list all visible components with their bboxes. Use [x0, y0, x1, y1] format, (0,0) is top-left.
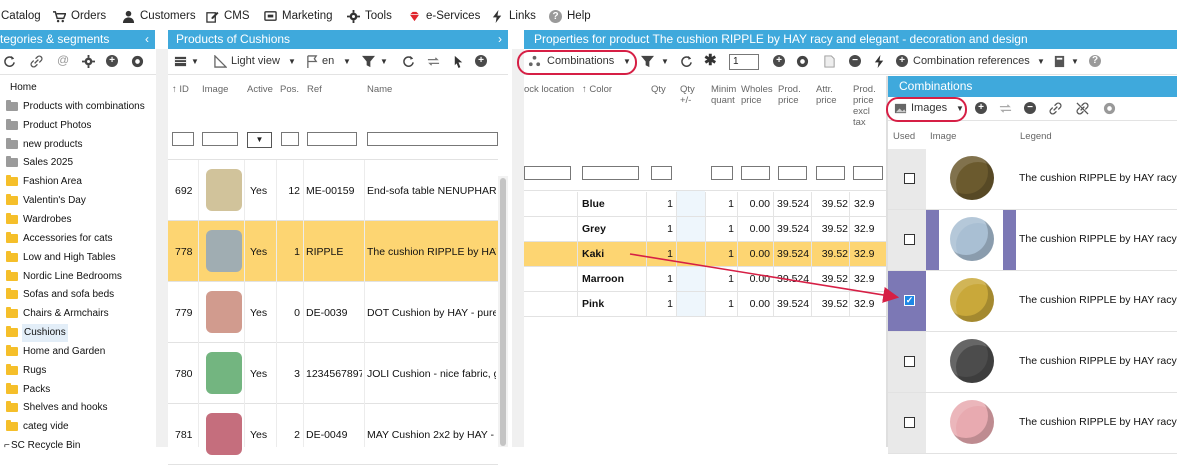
row-divider — [888, 453, 1177, 454]
annotation-arrow — [629, 253, 900, 303]
